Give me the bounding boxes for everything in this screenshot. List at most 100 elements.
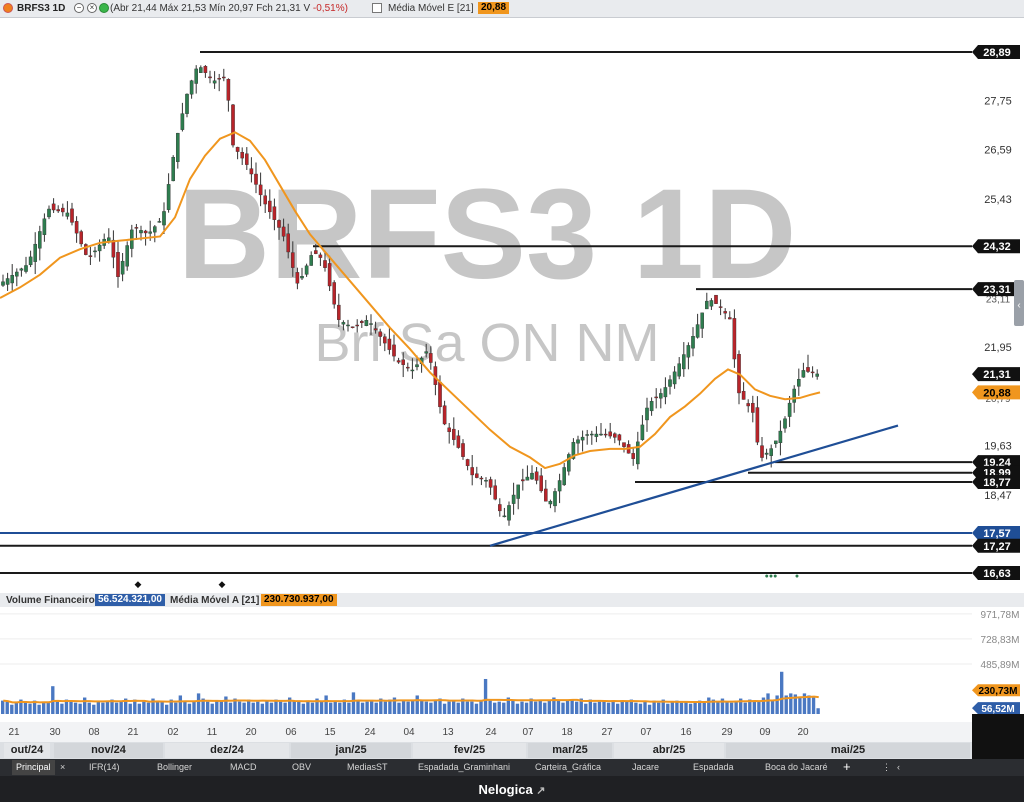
candle-body — [649, 401, 654, 412]
tab-ifr-14-[interactable]: IFR(14) — [89, 762, 120, 772]
tab-boca-do-jacar-[interactable]: Boca do Jacaré — [765, 762, 828, 772]
chevron-left-icon[interactable]: ‹ — [1017, 300, 1020, 311]
volume-bar — [178, 695, 183, 714]
day-tick-label: 30 — [49, 727, 61, 738]
candle — [74, 216, 79, 243]
volume-bar — [146, 702, 151, 714]
candle-body — [442, 405, 447, 425]
candle — [226, 78, 231, 112]
candle-body — [291, 252, 295, 268]
volume-bar — [119, 700, 123, 714]
candle-body — [111, 239, 116, 258]
candle — [235, 146, 240, 160]
candle-body — [769, 448, 773, 456]
candle — [189, 79, 194, 99]
candle — [700, 312, 704, 338]
month-label: out/24 — [4, 743, 50, 758]
tab-principal[interactable]: Principal — [12, 760, 55, 775]
volume-bar — [5, 701, 9, 714]
price-badge-label: 20,88 — [983, 387, 1011, 399]
candle-body — [810, 371, 815, 374]
candle — [617, 433, 622, 446]
candle-body — [668, 379, 672, 387]
volume-ma-badge: 230.730.937,00 — [261, 594, 337, 606]
candle — [10, 264, 15, 291]
candle-body — [636, 441, 640, 465]
tab-jacare[interactable]: Jacare — [632, 762, 659, 772]
day-tick-label: 20 — [245, 727, 257, 738]
volume-bar — [483, 678, 488, 714]
candle-body — [268, 200, 272, 213]
volume-chart[interactable]: 971,78M 728,83M 485,89M 230,73M 56,52M — [0, 607, 1024, 722]
volume-bar — [310, 702, 315, 714]
volume-bar — [251, 702, 255, 714]
price-tick-label: 18,47 — [984, 490, 1012, 502]
candle-body — [429, 353, 433, 363]
volume-bar — [78, 703, 82, 714]
candle-body — [383, 336, 387, 344]
volume-bar — [602, 700, 606, 714]
volume-bar — [192, 701, 196, 714]
volume-tick-label: 971,78M — [981, 610, 1020, 621]
volume-bar — [219, 701, 224, 714]
volume-bar — [597, 701, 602, 714]
volume-bar — [46, 702, 50, 714]
watermark: BRFS3 1D Brf Sa ON NM — [178, 163, 797, 373]
candle — [539, 468, 543, 493]
price-tick-label: 27,75 — [984, 95, 1012, 107]
candle — [465, 458, 470, 471]
axis-corner-bottom — [972, 742, 1024, 759]
volume-bar — [210, 703, 214, 714]
volume-bar — [488, 700, 492, 714]
candle-body — [479, 477, 484, 480]
volume-bar — [105, 701, 110, 714]
status-icon[interactable] — [99, 3, 109, 13]
volume-bar — [606, 702, 611, 714]
candle-body — [189, 80, 194, 95]
volume-bar — [28, 703, 32, 714]
candle-body — [544, 488, 548, 502]
minimize-icon[interactable]: − — [74, 3, 84, 13]
tab-espadada[interactable]: Espadada — [693, 762, 734, 772]
volume-bar — [638, 703, 643, 714]
candle-body — [608, 431, 612, 437]
volume-bar — [575, 701, 579, 714]
volume-bar — [584, 703, 588, 714]
tab-espadada-graminhani[interactable]: Espadada_Graminhani — [418, 762, 510, 772]
candle — [231, 103, 235, 148]
close-icon[interactable]: × — [87, 3, 97, 13]
candle-body — [590, 433, 594, 436]
candle-body — [263, 195, 268, 205]
volume-bars — [1, 671, 820, 714]
candle — [221, 68, 226, 82]
chevron-left-icon[interactable]: ‹ — [897, 762, 900, 772]
candle-body — [231, 104, 235, 146]
day-tick-label: 16 — [680, 727, 692, 738]
tab-obv[interactable]: OBV — [292, 762, 311, 772]
price-badge: 21,31 — [972, 367, 1020, 382]
tab-macd[interactable]: MACD — [230, 762, 257, 772]
price-chart[interactable]: BRFS3 1D Brf Sa ON NM ◆ ◆ ●●● ● 27,75 26,… — [0, 18, 1024, 593]
volume-bar — [329, 702, 333, 714]
candle-body — [654, 396, 658, 399]
more-icon[interactable]: ⋮ — [882, 762, 891, 773]
candle-body — [258, 184, 263, 196]
volume-bar — [383, 701, 388, 714]
candle — [33, 232, 37, 275]
price-badge: 17,57 — [972, 526, 1020, 541]
candle-body — [88, 255, 93, 257]
asset-icon[interactable] — [3, 3, 13, 13]
tab-carteira-gr-fica[interactable]: Carteira_Gráfica — [535, 762, 601, 772]
candle — [212, 71, 217, 89]
volume-bar — [429, 702, 433, 714]
ma-toggle-checkbox[interactable] — [372, 3, 382, 13]
candle-body — [14, 271, 19, 277]
add-tab-button[interactable]: + — [843, 759, 851, 774]
candle-body — [226, 79, 231, 101]
tab-mediasst[interactable]: MediasST — [347, 762, 388, 772]
candle — [194, 65, 199, 94]
candle-body — [198, 67, 203, 73]
close-tab-icon[interactable]: × — [60, 762, 65, 772]
tab-bollinger[interactable]: Bollinger — [157, 762, 192, 772]
price-axis: 27,7526,5925,4321,9519,6318,4723,1120,79 — [984, 95, 1012, 501]
